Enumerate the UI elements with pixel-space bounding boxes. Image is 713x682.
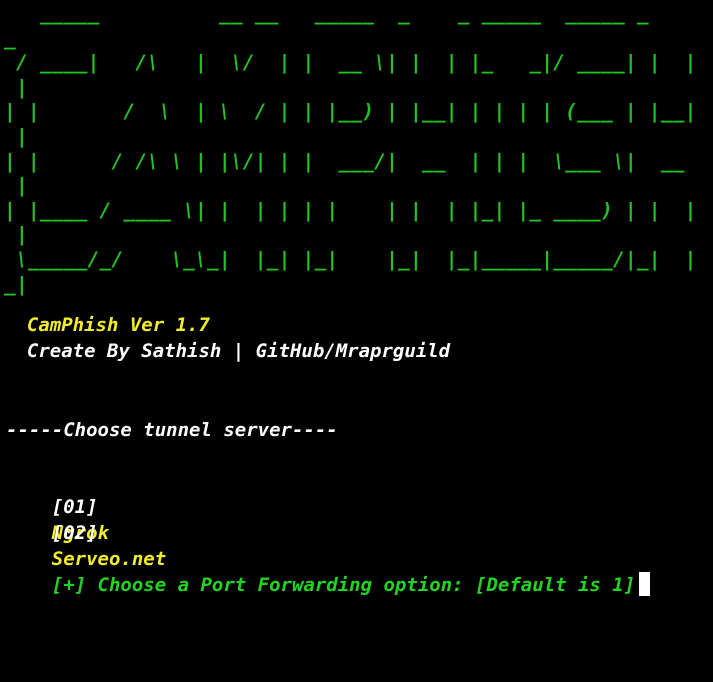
text-cursor[interactable] — [639, 572, 651, 596]
input-prompt-line[interactable]: [+] Choose a Port Forwarding option: [De… — [6, 546, 651, 624]
terminal-window[interactable]: _____ __ __ _____ _ _ _____ _____ _ _ / … — [0, 0, 713, 682]
credits-text: Create By Sathish | GitHub/Mraprguild — [4, 340, 451, 362]
ascii-art-banner: _____ __ __ _____ _ _ _____ _____ _ _ / … — [4, 2, 697, 296]
option-index: [02] — [51, 522, 98, 544]
app-version-text: CamPhish Ver 1.7 — [4, 314, 210, 336]
prompt-text: [+] Choose a Port Forwarding option: [De… — [51, 574, 636, 596]
section-header: -----Choose tunnel server---- — [6, 419, 338, 441]
